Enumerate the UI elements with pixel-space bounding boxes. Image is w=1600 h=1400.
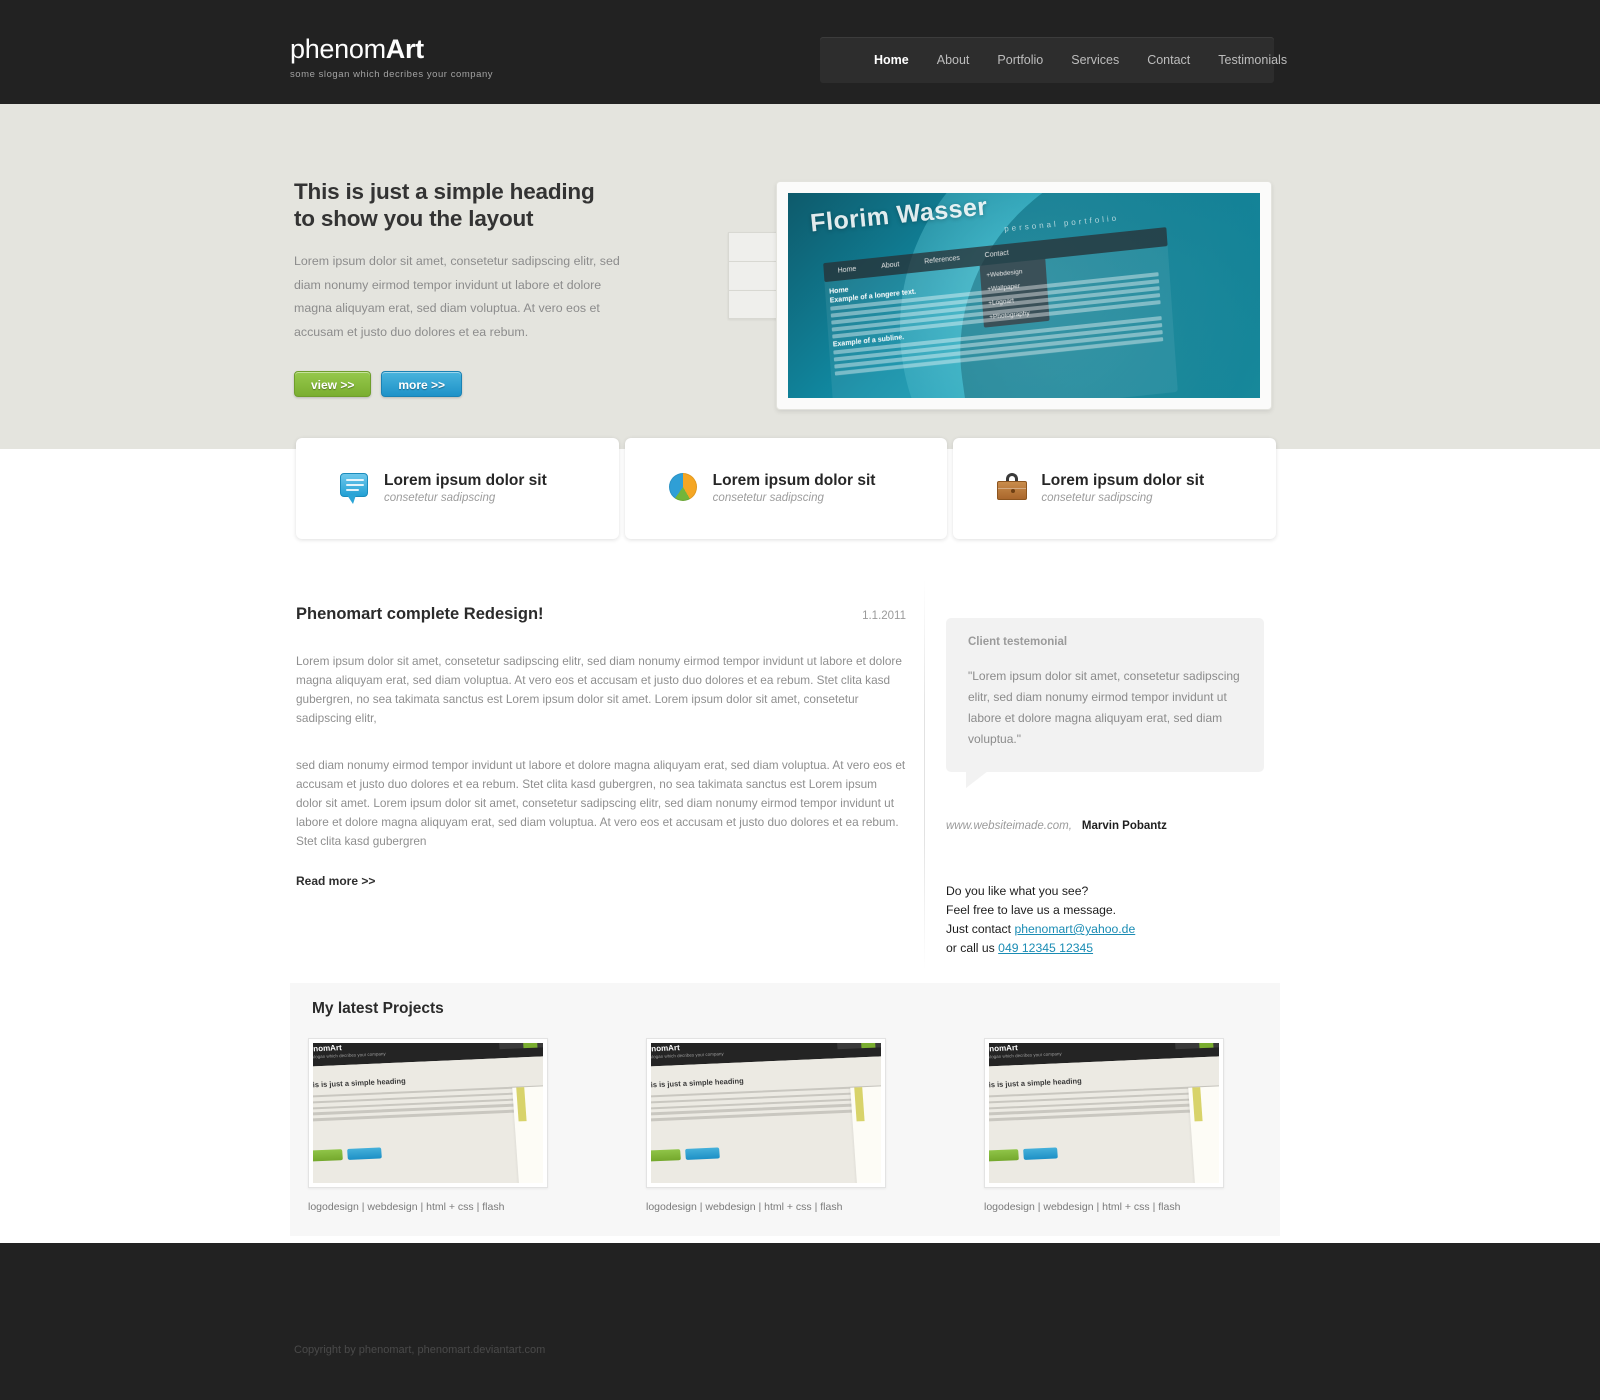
site-logo[interactable]: phenomArt some slogan which decribes you…	[290, 33, 493, 80]
testimonial-website: www.websiteimade.com,	[946, 820, 1072, 832]
feature-cards: Lorem ipsum dolor sit consetetur sadipsc…	[296, 438, 1277, 539]
preview-more-button	[347, 1147, 382, 1160]
feature-title: Lorem ipsum dolor sit	[384, 471, 547, 489]
nav-item-testimonials[interactable]: Testimonials	[1204, 53, 1301, 67]
content-divider	[924, 580, 925, 970]
project-item[interactable]: phenomArt some slogan which decribes you…	[308, 1038, 628, 1213]
projects-title: My latest Projects	[312, 1000, 444, 1017]
blog-title: Phenomart complete Redesign!	[296, 605, 544, 623]
hero-heading-line1: This is just a simple heading	[294, 179, 595, 204]
feature-title: Lorem ipsum dolor sit	[1041, 471, 1205, 489]
site-header: phenomArt some slogan which decribes you…	[0, 0, 1600, 104]
projects-list: phenomArt some slogan which decribes you…	[308, 1038, 1304, 1213]
showcase-nav-about: About	[880, 261, 900, 271]
preview-nav	[1174, 1043, 1219, 1050]
briefcase-icon	[997, 473, 1028, 504]
project-caption: logodesign | webdesign | html + css | fl…	[308, 1201, 505, 1213]
preview-side-panel	[512, 1085, 543, 1183]
nav-item-contact[interactable]: Contact	[1133, 53, 1204, 67]
project-caption: logodesign | webdesign | html + css | fl…	[984, 1201, 1181, 1213]
hero-paragraph: Lorem ipsum dolor sit amet, consetetur s…	[294, 254, 620, 339]
preview-view-button	[651, 1149, 681, 1162]
nav-item-portfolio[interactable]: Portfolio	[983, 53, 1057, 67]
view-button[interactable]: view >>	[294, 371, 372, 397]
contact-phone-prefix: or call us	[946, 941, 995, 955]
testimonial-quote-box: Client testemonial "Lorem ipsum dolor si…	[946, 618, 1264, 788]
blog-paragraph-2: sed diam nonumy eirmod tempor invidunt u…	[296, 758, 906, 848]
blog-header: Phenomart complete Redesign! 1.1.2011	[296, 605, 906, 624]
page-root: phenomArt some slogan which decribes you…	[0, 0, 1600, 1400]
hero-showcase-image: Florim Wasser personal portfolio Home Ab…	[788, 193, 1260, 398]
project-item[interactable]: phenomArt some slogan which decribes you…	[984, 1038, 1304, 1213]
projects-section: My latest Projects phenomArt some slogan…	[290, 983, 1280, 1236]
feature-card-1[interactable]: Lorem ipsum dolor sit consetetur sadipsc…	[296, 438, 619, 539]
main-navigation: Home About Portfolio Services Contact Te…	[820, 37, 1287, 83]
footer-copyright: Copyright by phenomart, phenomart.devian…	[294, 1344, 546, 1356]
feature-title: Lorem ipsum dolor sit	[712, 471, 876, 489]
project-thumbnail[interactable]: phenomArt some slogan which decribes you…	[984, 1038, 1224, 1188]
hero-heading: This is just a simple heading to show yo…	[294, 178, 595, 232]
feature-card-2[interactable]: Lorem ipsum dolor sit consetetur sadipsc…	[624, 438, 948, 539]
project-preview: phenomArt some slogan which decribes you…	[651, 1043, 881, 1183]
feature-card-1-text: Lorem ipsum dolor sit consetetur sadipsc…	[384, 471, 547, 507]
testimonial-text: "Lorem ipsum dolor sit amet, consetetur …	[968, 669, 1240, 746]
blog-paragraph-1: Lorem ipsum dolor sit amet, consetetur s…	[296, 654, 902, 725]
speech-bubble-icon	[340, 473, 371, 504]
blog-date: 1.1.2011	[862, 610, 906, 622]
preview-side-panel	[850, 1085, 881, 1183]
nav-item-about[interactable]: About	[923, 53, 984, 67]
feature-subtitle: consetetur sadipscing	[1041, 491, 1153, 504]
site-footer: Copyright by phenomart, phenomart.devian…	[0, 1243, 1600, 1400]
showcase-nav-contact: Contact	[984, 249, 1009, 260]
contact-line-1: Do you like what you see?	[946, 884, 1089, 898]
more-button[interactable]: more >>	[381, 371, 463, 397]
contact-line-2: Feel free to lave us a message.	[946, 903, 1117, 917]
showcase-nav-home: Home	[837, 265, 857, 275]
logo-text-light: phenom	[290, 34, 386, 64]
contact-phone-link[interactable]: 049 12345 12345	[998, 941, 1093, 955]
feature-subtitle: consetetur sadipscing	[384, 491, 496, 504]
preview-view-button	[989, 1149, 1019, 1162]
testimonial-attribution: www.websiteimade.com, Marvin Pobantz	[946, 820, 1264, 832]
blog-post: Phenomart complete Redesign! 1.1.2011 Lo…	[296, 605, 906, 890]
feature-card-2-text: Lorem ipsum dolor sit consetetur sadipsc…	[713, 471, 876, 507]
feature-card-3-text: Lorem ipsum dolor sit consetetur sadipsc…	[1041, 471, 1204, 507]
hero-heading-line2: to show you the layout	[294, 206, 534, 231]
feature-subtitle: consetetur sadipscing	[712, 491, 824, 504]
logo-text-bold: Art	[385, 34, 424, 64]
read-more-link[interactable]: Read more >>	[296, 874, 375, 888]
project-preview: phenomArt some slogan which decribes you…	[313, 1043, 543, 1183]
sidebar: Client testemonial "Lorem ipsum dolor si…	[946, 618, 1264, 958]
project-thumbnail[interactable]: phenomArt some slogan which decribes you…	[308, 1038, 548, 1188]
hero-button-group: view >> more >>	[294, 371, 463, 397]
contact-email-link[interactable]: phenomart@yahoo.de	[1014, 922, 1135, 936]
feature-card-3[interactable]: Lorem ipsum dolor sit consetetur sadipsc…	[953, 438, 1277, 539]
preview-side-panel	[1188, 1085, 1219, 1183]
project-item[interactable]: phenomArt some slogan which decribes you…	[646, 1038, 966, 1213]
project-thumbnail[interactable]: phenomArt some slogan which decribes you…	[646, 1038, 886, 1188]
preview-more-button	[685, 1147, 720, 1160]
testimonial-author: Marvin Pobantz	[1081, 820, 1167, 832]
nav-item-services[interactable]: Services	[1057, 53, 1133, 67]
pie-chart-icon	[668, 473, 700, 504]
contact-email-prefix: Just contact	[946, 922, 1012, 936]
contact-line-3: Just contact phenomart@yahoo.de	[946, 920, 1264, 939]
project-preview: phenomArt some slogan which decribes you…	[989, 1043, 1219, 1183]
logo-slogan: some slogan which decribes your company	[290, 69, 494, 80]
preview-more-button	[1023, 1147, 1058, 1160]
preview-view-button	[313, 1149, 343, 1162]
contact-block: Do you like what you see? Feel free to l…	[946, 882, 1264, 958]
testimonial-label: Client testemonial	[968, 636, 1068, 648]
logo-text: phenomArt	[290, 33, 493, 65]
preview-nav	[836, 1043, 881, 1050]
nav-item-home[interactable]: Home	[860, 53, 923, 67]
hero-showcase-frame[interactable]: Florim Wasser personal portfolio Home Ab…	[776, 181, 1272, 410]
showcase-inner-page: Home About References Contact +Webdesign…	[823, 227, 1178, 398]
preview-nav	[498, 1043, 543, 1050]
showcase-nav-references: References	[924, 254, 961, 266]
project-caption: logodesign | webdesign | html + css | fl…	[646, 1201, 843, 1213]
contact-line-4: or call us 049 12345 12345	[946, 939, 1264, 958]
